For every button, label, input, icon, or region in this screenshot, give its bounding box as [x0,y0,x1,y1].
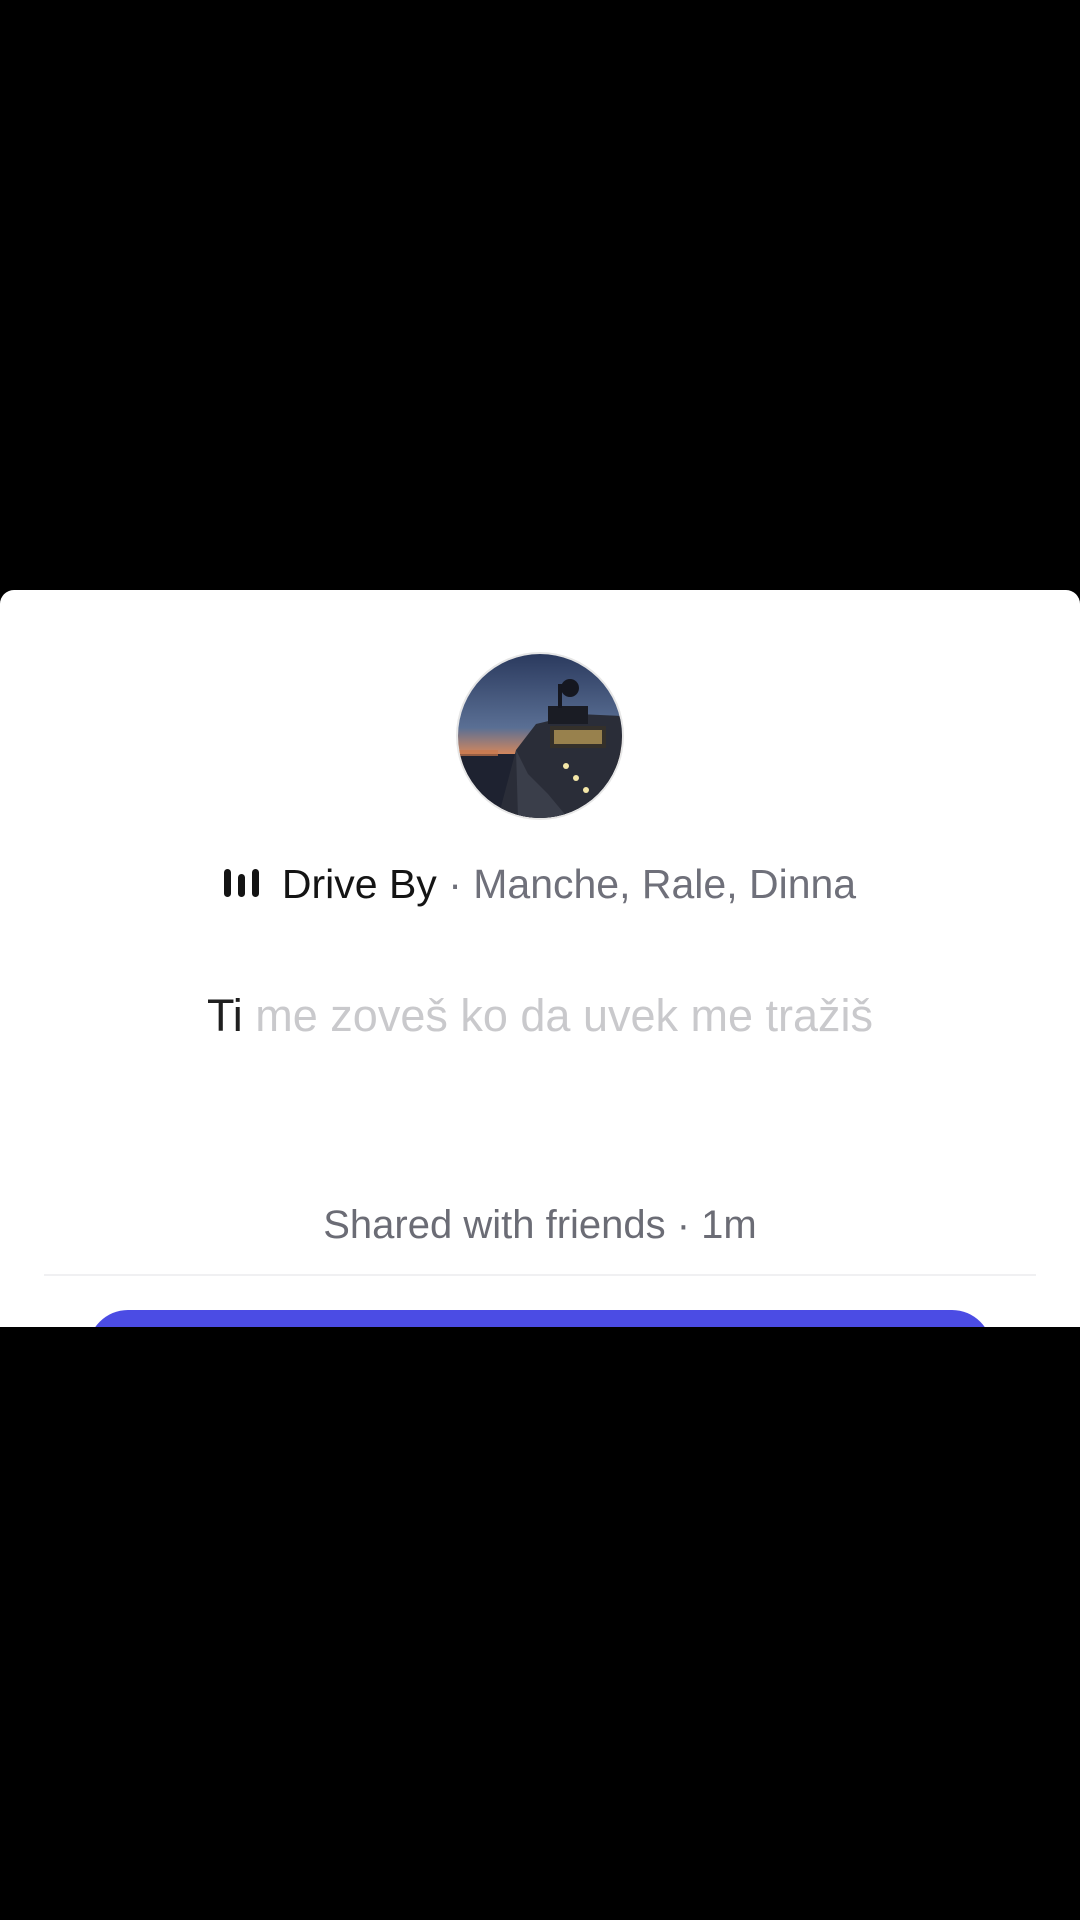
divider [44,1274,1036,1276]
primary-action-button[interactable] [88,1310,992,1327]
yacht-photo [458,654,622,818]
song-title: Drive By [281,861,437,907]
share-status: Shared with friends · 1m [323,1203,757,1247]
audio-bars-icon [223,855,260,911]
avatar[interactable] [458,654,622,818]
song-info[interactable]: Drive By · Manche, Rale, Dinna [0,856,1080,915]
lyric-active-word: Ti [206,990,243,1041]
lyric-upcoming-words: me zoveš ko da uvek me tražiš [242,990,874,1041]
lyric-line: Ti me zoveš ko da uvek me tražiš [0,986,1080,1046]
song-artists: Manche, Rale, Dinna [473,861,857,907]
song-separator: · [436,861,474,907]
share-card: Drive By · Manche, Rale, Dinna Ti me zov… [0,590,1080,1327]
screen: Drive By · Manche, Rale, Dinna Ti me zov… [0,0,1080,1920]
